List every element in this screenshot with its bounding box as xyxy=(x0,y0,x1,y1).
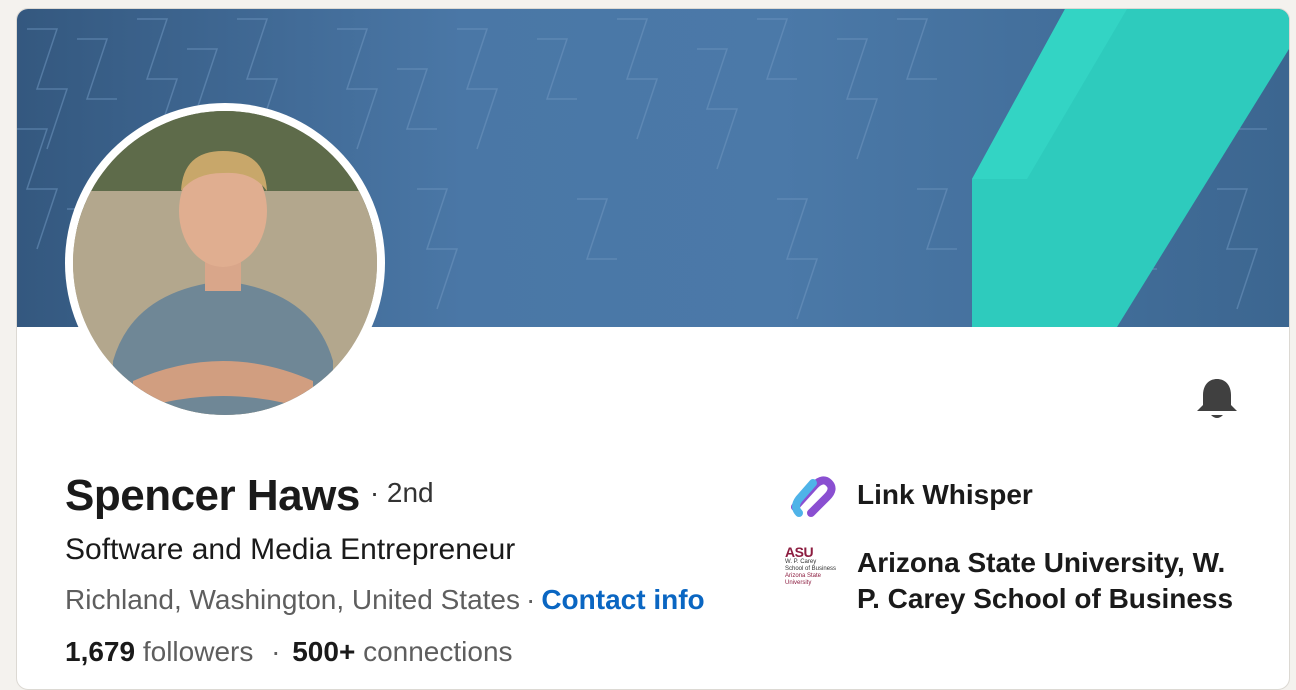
profile-name: Spencer Haws xyxy=(65,471,360,520)
contact-info-link[interactable]: Contact info xyxy=(541,584,704,615)
link-whisper-logo xyxy=(785,467,841,523)
profile-avatar[interactable] xyxy=(65,103,385,423)
followers-count[interactable]: 1,679 xyxy=(65,636,135,667)
connection-degree: · 2nd xyxy=(369,477,434,508)
bell-icon[interactable] xyxy=(1193,375,1241,423)
location-row: Richland, Washington, United States · Cont… xyxy=(65,584,705,616)
location-separator: · xyxy=(526,584,536,615)
experience-item-asu[interactable]: ASU W. P. Carey School of Business Arizo… xyxy=(785,545,1237,617)
stats-row: 1,679 followers · 500+ connections xyxy=(65,636,513,668)
profile-headline: Software and Media Entrepreneur xyxy=(65,533,516,566)
followers-label[interactable]: followers xyxy=(143,636,253,667)
asu-logo-line: W. P. Carey xyxy=(785,559,817,565)
connections-count[interactable]: 500+ xyxy=(292,636,355,667)
experience-name: Arizona State University, W. P. Carey Sc… xyxy=(857,547,1234,614)
experience-item-link-whisper[interactable]: Link Whisper xyxy=(785,467,1237,523)
experience-name: Link Whisper xyxy=(857,479,1033,510)
profile-photo xyxy=(73,111,377,415)
asu-mark: ASU xyxy=(785,544,814,560)
asu-wp-carey-logo: ASU W. P. Carey School of Business Arizo… xyxy=(785,545,841,601)
stats-separator: · xyxy=(271,636,281,667)
asu-logo-line: Arizona State xyxy=(785,573,822,579)
profile-location: Richland, Washington, United States xyxy=(65,584,520,615)
connections-label[interactable]: connections xyxy=(363,636,512,667)
asu-logo-line: School of Business xyxy=(785,566,837,572)
profile-card: Spencer Haws · 2nd Software and Media En… xyxy=(16,8,1290,690)
name-row: Spencer Haws · 2nd xyxy=(65,471,434,521)
asu-logo-line: University xyxy=(785,580,812,586)
